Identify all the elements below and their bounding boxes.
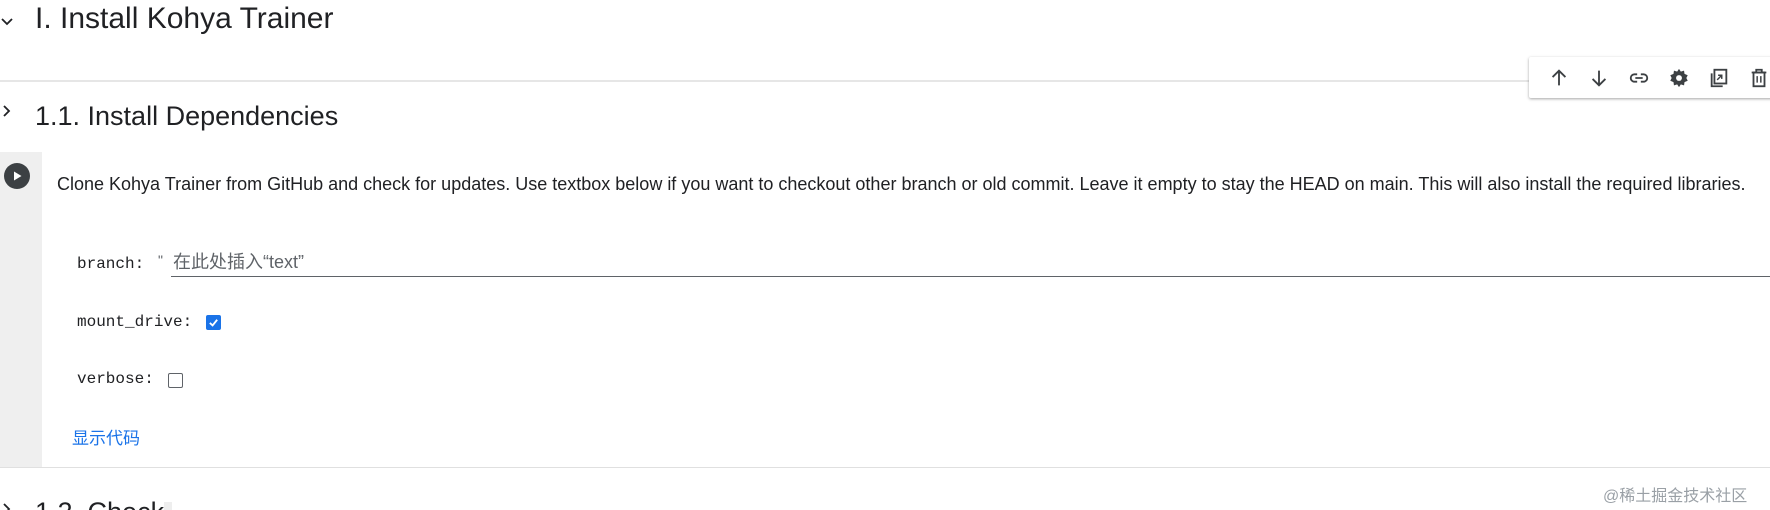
colab-notebook: I. Install Kohya Trainer 1.1. Install De… [0,0,1770,510]
chevron-right-icon [3,105,11,117]
section-collapse-chevron[interactable] [0,14,14,28]
branch-label: branch: [77,255,145,273]
delete-cell-button[interactable] [1739,60,1770,96]
mount-drive-checkbox[interactable] [206,315,221,330]
run-cell-button[interactable] [4,163,30,189]
mirror-tab-icon [1710,68,1728,87]
next-section-heading: 1.2. Check [35,497,173,510]
move-cell-up-button[interactable] [1539,60,1579,96]
verbose-label: verbose: [77,370,154,388]
show-code-link[interactable]: 显示代码 [72,424,140,449]
cell-description: Clone Kohya Trainer from GitHub and chec… [57,174,1746,194]
cell-gutter [0,152,42,467]
mount-drive-label: mount_drive: [77,313,193,331]
arrow-up-icon [1551,68,1567,85]
cell-settings-button[interactable] [1659,60,1699,96]
trash-icon [1751,68,1767,87]
arrow-down-icon [1591,70,1607,87]
copy-link-button[interactable] [1619,60,1659,96]
gear-icon [1670,68,1688,87]
watermark-text: @稀土掘金技术社区 [1603,488,1748,505]
cell-toolbar [1529,57,1770,98]
next-section-code [164,502,173,510]
section-heading: I. Install Kohya Trainer [35,2,334,35]
link-icon [1629,72,1649,83]
verbose-checkbox[interactable] [168,373,183,388]
string-quote-mark: " [158,252,163,268]
checkmark-icon [209,319,218,327]
next-section-chevron[interactable] [0,502,14,510]
branch-field-wrapper: " [158,248,1770,278]
section-expand-chevron[interactable] [0,104,14,118]
section-divider [0,80,1770,82]
mirror-cell-button[interactable] [1699,60,1739,96]
move-cell-down-button[interactable] [1579,60,1619,96]
chevron-down-icon [1,18,13,26]
play-icon [14,171,22,181]
branch-input[interactable] [171,248,1770,277]
cell-divider [0,467,1770,468]
chevron-right-icon [3,503,11,510]
subsection-heading: 1.1. Install Dependencies [35,101,339,131]
next-section-title: 1.2. Check [35,497,164,510]
